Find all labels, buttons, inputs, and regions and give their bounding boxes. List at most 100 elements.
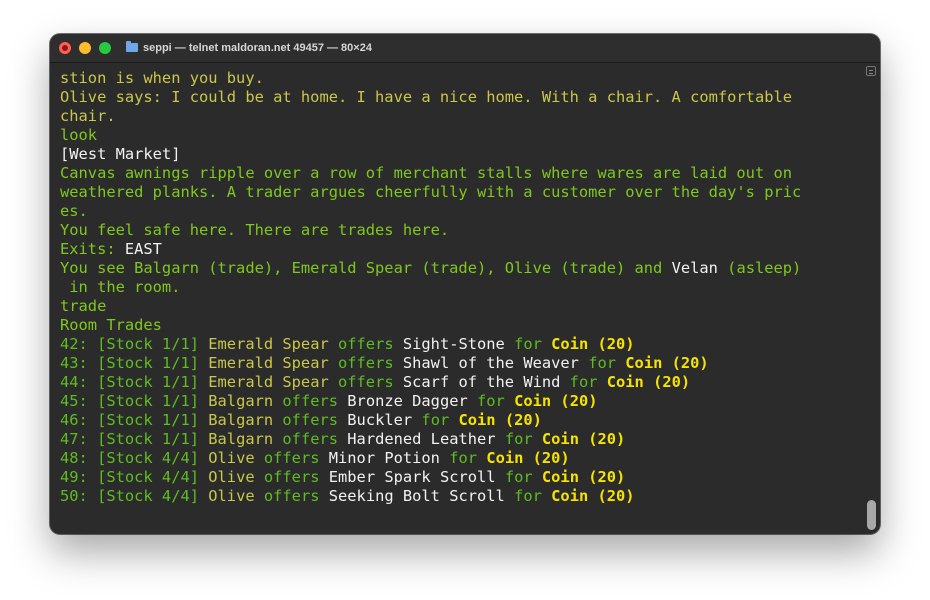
terminal-window: seppi — telnet maldoran.net 49457 — 80×2… — [50, 34, 880, 534]
folder-icon — [126, 41, 138, 52]
terminal-text-segment: offers — [328, 354, 403, 372]
terminal-text-segment: Coin (20) — [625, 354, 709, 372]
terminal-line: 42: [Stock 1/1] Emerald Spear offers Sig… — [60, 335, 860, 354]
terminal-line: You see Balgarn (trade), Emerald Spear (… — [60, 259, 860, 278]
terminal-text-segment: Coin (20) — [551, 487, 635, 505]
terminal-text-segment: for — [504, 487, 552, 505]
terminal-text-segment: Balgarn — [208, 411, 274, 429]
terminal-text-segment: Olive — [208, 487, 255, 505]
terminal-text-segment: Shawl of the Weaver — [402, 354, 579, 372]
terminal-text-segment: offers — [254, 487, 329, 505]
terminal-line: weathered planks. A trader argues cheerf… — [60, 183, 860, 202]
terminal-text-segment: 48: [Stock 4/4] — [60, 449, 209, 467]
terminal-text-segment: Seeking Bolt Scroll — [328, 487, 505, 505]
terminal-text-segment: for — [467, 392, 515, 410]
terminal-text-segment: Emerald Spear — [208, 354, 329, 372]
terminal-line: trade — [60, 297, 860, 316]
terminal-line: 50: [Stock 4/4] Olive offers Seeking Bol… — [60, 487, 860, 506]
terminal-text-segment: Coin (20) — [514, 392, 598, 410]
terminal-text-segment: offers — [254, 468, 329, 486]
scrollbar-thumb[interactable] — [867, 500, 876, 530]
terminal-text-segment: 45: [Stock 1/1] — [60, 392, 209, 410]
terminal-text-segment: for — [495, 468, 542, 486]
terminal-text-segment: offers — [328, 373, 403, 391]
scroll-marker-icon[interactable] — [866, 66, 876, 76]
terminal-output[interactable]: stion is when you buy. Olive says: I coul… — [60, 69, 860, 529]
terminal-text-segment: Olive says: I could be at home. I have a… — [60, 88, 793, 106]
terminal-line: Olive says: I could be at home. I have a… — [60, 88, 860, 107]
terminal-text-segment: Canvas awnings ripple over a row of merc… — [60, 164, 793, 182]
terminal-text-segment: for — [412, 411, 459, 429]
terminal-line: 47: [Stock 1/1] Balgarn offers Hardened … — [60, 430, 860, 449]
terminal-line: 45: [Stock 1/1] Balgarn offers Bronze Da… — [60, 392, 860, 411]
terminal-line: 48: [Stock 4/4] Olive offers Minor Potio… — [60, 449, 860, 468]
terminal-text-segment: Hardened Leather — [347, 430, 496, 448]
terminal-text-segment: look — [60, 126, 98, 144]
terminal-text-segment: offers — [254, 449, 329, 467]
terminal-text-segment: Exits: — [60, 240, 125, 258]
terminal-line: es. — [60, 202, 860, 221]
close-window-button[interactable] — [59, 42, 71, 54]
terminal-text-segment: in the room. — [60, 278, 181, 296]
terminal-text-segment: Coin (20) — [458, 411, 542, 429]
terminal-text-segment: Balgarn — [208, 430, 274, 448]
terminal-text-segment: Scarf of the Wind — [402, 373, 561, 391]
terminal-text-segment: Ember Spark Scroll — [328, 468, 496, 486]
terminal-text-segment: Emerald Spear — [208, 335, 329, 353]
terminal-text-segment: offers — [273, 411, 348, 429]
terminal-text-segment: for — [504, 335, 552, 353]
zoom-window-button[interactable] — [99, 42, 111, 54]
terminal-text-segment: 49: [Stock 4/4] — [60, 468, 209, 486]
terminal-line: chair. — [60, 107, 860, 126]
terminal-text-segment: chair. — [60, 107, 116, 125]
terminal-line: [West Market] — [60, 145, 860, 164]
terminal-text-segment: Olive — [208, 449, 255, 467]
terminal-line: stion is when you buy. — [60, 69, 860, 88]
terminal-text-segment: Room Trades — [60, 316, 162, 334]
window-title: seppi — telnet maldoran.net 49457 — 80×2… — [126, 34, 372, 62]
terminal-text-segment: 50: [Stock 4/4] — [60, 487, 209, 505]
terminal-line: in the room. — [60, 278, 860, 297]
terminal-text-segment: 44: [Stock 1/1] — [60, 373, 209, 391]
terminal-text-segment: for — [439, 449, 487, 467]
terminal-line: Canvas awnings ripple over a row of merc… — [60, 164, 860, 183]
terminal-text-segment: EAST — [124, 240, 162, 258]
terminal-line: Room Trades — [60, 316, 860, 335]
terminal-text-segment: 42: [Stock 1/1] — [60, 335, 209, 353]
terminal-text-segment: 47: [Stock 1/1] — [60, 430, 209, 448]
terminal-text-segment: Coin (20) — [541, 468, 626, 486]
terminal-text-segment: Emerald Spear — [208, 373, 329, 391]
terminal-text-segment: offers — [273, 430, 348, 448]
terminal-text-segment: offers — [273, 392, 348, 410]
terminal-text-segment: Minor Potion — [328, 449, 440, 467]
terminal-text-segment: [ — [60, 145, 70, 163]
terminal-text-segment: Olive — [208, 468, 255, 486]
minimize-window-button[interactable] — [79, 42, 91, 54]
terminal-text-segment: Coin (20) — [551, 335, 635, 353]
terminal-text-segment: stion is when you buy. — [60, 69, 264, 87]
terminal-text-segment: for — [495, 430, 542, 448]
terminal-text-segment: offers — [328, 335, 403, 353]
terminal-line: 49: [Stock 4/4] Olive offers Ember Spark… — [60, 468, 860, 487]
terminal-line: 43: [Stock 1/1] Emerald Spear offers Sha… — [60, 354, 860, 373]
terminal-text-segment: Velan — [671, 259, 718, 277]
terminal-text-segment: 46: [Stock 1/1] — [60, 411, 209, 429]
terminal-text-segment: for — [560, 373, 607, 391]
terminal-line: 44: [Stock 1/1] Emerald Spear offers Sca… — [60, 373, 860, 392]
vertical-scrollbar[interactable] — [866, 66, 876, 530]
terminal-text-segment: Coin (20) — [606, 373, 691, 391]
terminal-text-segment: West Market — [69, 145, 172, 163]
terminal-text-segment: Buckler — [347, 411, 413, 429]
terminal-text-segment: weathered planks. A trader argues cheerf… — [60, 183, 802, 201]
terminal-text-segment: for — [578, 354, 626, 372]
terminal-text-segment: Coin (20) — [541, 430, 626, 448]
terminal-text-segment: (asleep) — [717, 259, 802, 277]
terminal-line: 46: [Stock 1/1] Balgarn offers Buckler f… — [60, 411, 860, 430]
terminal-text-segment: Coin (20) — [486, 449, 570, 467]
terminal-text-segment: 43: [Stock 1/1] — [60, 354, 209, 372]
terminal-text-segment: es. — [60, 202, 88, 220]
window-title-text: seppi — telnet maldoran.net 49457 — 80×2… — [143, 42, 372, 54]
terminal-text-segment: ] — [171, 145, 181, 163]
terminal-line: look — [60, 126, 860, 145]
title-bar[interactable]: seppi — telnet maldoran.net 49457 — 80×2… — [50, 34, 880, 63]
